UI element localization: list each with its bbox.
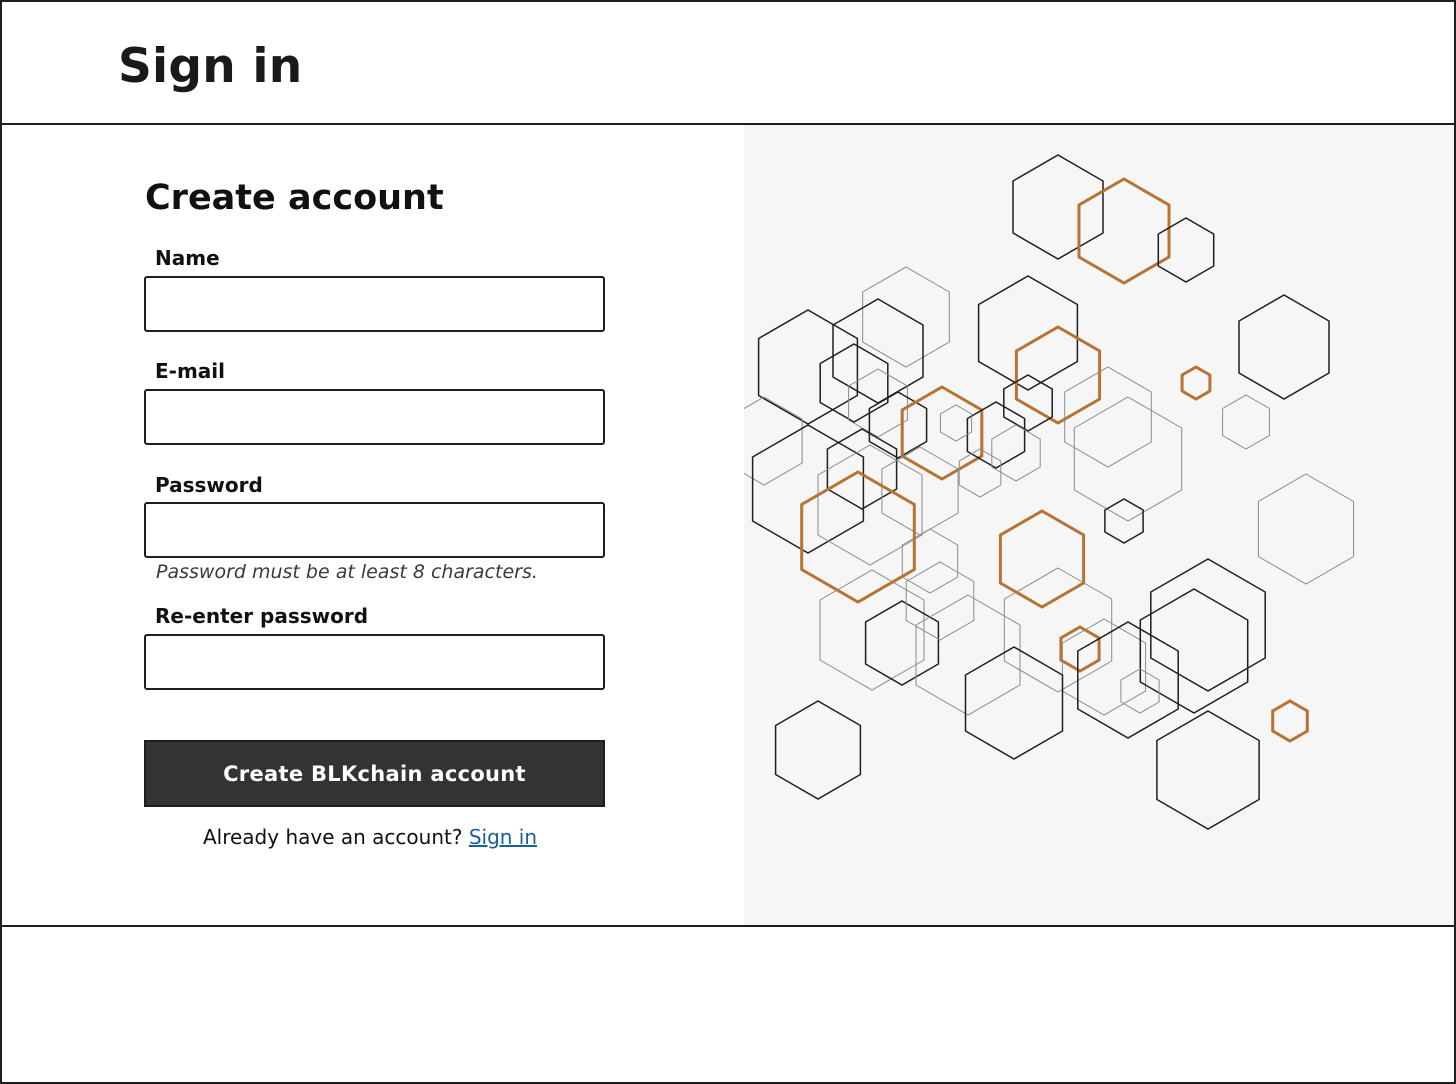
app-window: Sign in Create account Name E-mail Passw… xyxy=(0,0,1456,1084)
reenter-password-label: Re-enter password xyxy=(155,604,369,628)
hexagon-shape xyxy=(1180,365,1212,401)
hexagon-shape xyxy=(1139,588,1249,714)
password-input[interactable] xyxy=(144,502,605,558)
hexagon-shape xyxy=(1104,498,1144,544)
hexagon-shape xyxy=(1077,621,1179,739)
hexagon-shape xyxy=(998,509,1086,609)
hexagon-shape xyxy=(1064,366,1152,468)
page-footer xyxy=(2,927,1454,1082)
hexagon-shape xyxy=(1157,217,1215,283)
decorative-panel xyxy=(744,125,1454,925)
hexagon-pattern-icon xyxy=(744,154,1355,830)
email-label: E-mail xyxy=(155,359,226,383)
hexagon-shape xyxy=(862,266,950,368)
hexagon-shape xyxy=(1222,394,1270,450)
signin-prompt-row: Already have an account? Sign in xyxy=(144,825,596,849)
main-content: Create account Name E-mail Password Pass… xyxy=(2,125,1454,927)
password-label: Password xyxy=(155,473,263,497)
signin-prompt-text: Already have an account? xyxy=(202,825,463,849)
hexagon-shape xyxy=(1257,473,1355,585)
reenter-password-input[interactable] xyxy=(144,634,605,690)
email-input[interactable] xyxy=(144,389,605,445)
hexagon-shape xyxy=(774,700,862,800)
hexagon-shape xyxy=(977,275,1079,391)
hexagon-shape xyxy=(1238,294,1330,400)
name-input[interactable] xyxy=(144,276,605,332)
form-heading: Create account xyxy=(145,178,444,218)
page-title: Sign in xyxy=(118,39,303,94)
page-header: Sign in xyxy=(2,2,1454,125)
hexagon-shape xyxy=(1012,154,1104,260)
hexagon-shape xyxy=(1156,710,1260,830)
create-account-form: Create account Name E-mail Password Pass… xyxy=(2,125,744,925)
hexagon-shape xyxy=(826,428,898,510)
hexagon-shape xyxy=(1073,396,1183,522)
hexagon-shape xyxy=(1077,177,1171,285)
hexagon-shape xyxy=(901,528,959,594)
hexagon-shape xyxy=(800,470,916,604)
hexagon-shape xyxy=(991,424,1041,482)
hexagon-shape xyxy=(964,646,1064,760)
hexagon-shape xyxy=(751,424,865,554)
signin-link[interactable]: Sign in xyxy=(469,825,537,849)
create-account-button[interactable]: Create BLKchain account xyxy=(144,740,605,807)
hexagon-shape xyxy=(1271,699,1309,743)
hexagon-shape xyxy=(757,309,859,425)
password-hint: Password must be at least 8 characters. xyxy=(156,561,538,583)
name-label: Name xyxy=(155,246,220,270)
hexagon-shape xyxy=(1003,374,1053,432)
